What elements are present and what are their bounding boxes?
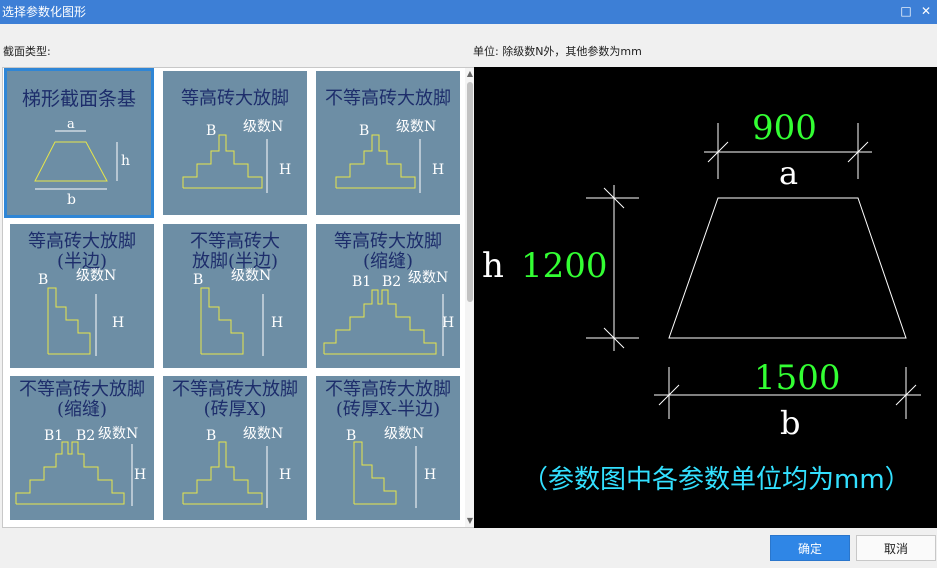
thumb-label-b: B xyxy=(206,123,216,139)
footing-thumb-drawing: B 级数N H xyxy=(346,426,436,508)
scroll-thumb[interactable] xyxy=(467,82,473,302)
thumb-label-h: H xyxy=(424,467,436,483)
thumb-equal-brick-footing-half[interactable]: 等高砖大放脚 (半边) B 级数N H xyxy=(10,224,154,368)
title-bar: 选择参数化图形 □ ✕ xyxy=(0,0,937,24)
maximize-button[interactable]: □ xyxy=(898,3,914,19)
footing-thumb-drawing: B 级数N H xyxy=(38,268,124,356)
thumb-label-b2: B2 xyxy=(76,428,95,444)
unit-label: 单位: 除级数N外，其他参数为mm xyxy=(473,45,642,58)
thumb-unequal-brick-footing-thickness[interactable]: 不等高砖大放脚 (砖厚X) B 级数N H xyxy=(163,376,307,520)
footing-thumb-drawing: B 级数N H xyxy=(182,426,291,508)
section-gallery: 梯形截面条基 a h b 等高砖大放脚 B 级数N H 不等高砖大放脚 B 级数… xyxy=(2,67,475,528)
thumb-label-b: B xyxy=(346,428,356,444)
param-b-value: 1500 xyxy=(754,358,841,398)
thumb-label-n: 级数N xyxy=(76,268,116,284)
thumb-label-h: h xyxy=(121,153,130,169)
thumb-label-n: 级数N xyxy=(98,426,138,442)
param-a-value: 900 xyxy=(752,108,817,148)
footing-thumb-drawing: B1 B2 级数N H xyxy=(323,270,454,356)
thumb-unequal-brick-footing-thickness-half[interactable]: 不等高砖大放脚 (砖厚X-半边) B 级数N H xyxy=(316,376,460,520)
thumb-label-b: B xyxy=(193,272,203,288)
close-button[interactable]: ✕ xyxy=(918,3,934,19)
section-type-label: 截面类型: xyxy=(3,45,51,58)
thumb-label-h: H xyxy=(271,315,283,331)
thumb-label-h: H xyxy=(112,315,124,331)
thumb-unequal-brick-footing[interactable]: 不等高砖大放脚 B 级数N H xyxy=(316,71,460,215)
thumb-label-h: H xyxy=(442,315,454,331)
cancel-button[interactable]: 取消 xyxy=(856,535,936,561)
param-b-label: b xyxy=(780,404,800,442)
footing-thumb-drawing: B 级数N H xyxy=(182,119,291,193)
thumb-label-h: H xyxy=(279,162,291,178)
thumb-label-b: B xyxy=(359,123,369,139)
param-a-label: a xyxy=(779,154,798,192)
thumb-label-n: 级数N xyxy=(396,119,436,135)
thumb-label-h: H xyxy=(134,467,146,483)
thumb-label-b1: B1 xyxy=(44,428,63,444)
thumb-label-b: B xyxy=(206,428,216,444)
ok-button[interactable]: 确定 xyxy=(770,535,850,561)
thumb-label-b2: B2 xyxy=(382,274,401,290)
thumb-label-a: a xyxy=(67,117,75,132)
thumb-unequal-brick-footing-joint[interactable]: 不等高砖大放脚 (缩缝) B1 B2 级数N H xyxy=(10,376,154,520)
param-h-value: 1200 xyxy=(521,246,608,286)
thumb-label-b1: B1 xyxy=(352,274,371,290)
thumb-label-n: 级数N xyxy=(231,268,271,284)
footing-thumb-drawing: B1 B2 级数N H xyxy=(15,426,146,506)
thumb-unequal-brick-footing-half[interactable]: 不等高砖大 放脚(半边) B 级数N H xyxy=(163,224,307,368)
thumb-label-h: H xyxy=(432,162,444,178)
thumb-label-h: H xyxy=(279,467,291,483)
footing-thumb-drawing: B 级数N H xyxy=(193,268,283,356)
window-title: 选择参数化图形 xyxy=(2,5,87,19)
thumb-label-n: 级数N xyxy=(243,426,283,442)
param-h-label: h xyxy=(482,246,504,286)
thumb-label-b: B xyxy=(38,272,48,288)
thumb-trapezoid-strip[interactable]: 梯形截面条基 a h b xyxy=(4,68,154,218)
unit-note: （参数图中各参数单位均为mm） xyxy=(522,465,911,495)
thumb-equal-brick-footing[interactable]: 等高砖大放脚 B 级数N H xyxy=(163,71,307,215)
trapezoid-thumb-drawing: a h b xyxy=(34,117,130,208)
thumb-label-n: 级数N xyxy=(408,270,448,286)
thumb-label-n: 级数N xyxy=(384,426,424,442)
thumb-equal-brick-footing-joint[interactable]: 等高砖大放脚 (缩缝) B1 B2 级数N H xyxy=(316,224,460,368)
preview-drawing: 900 a h 1200 1500 b （参数图中各参数单位均为mm） xyxy=(482,108,921,495)
footing-thumb-drawing: B 级数N H xyxy=(335,119,444,193)
thumb-label-b: b xyxy=(67,192,76,208)
thumb-label-n: 级数N xyxy=(243,119,283,135)
parameter-preview: 900 a h 1200 1500 b （参数图中各参数单位均为mm） xyxy=(474,67,937,528)
